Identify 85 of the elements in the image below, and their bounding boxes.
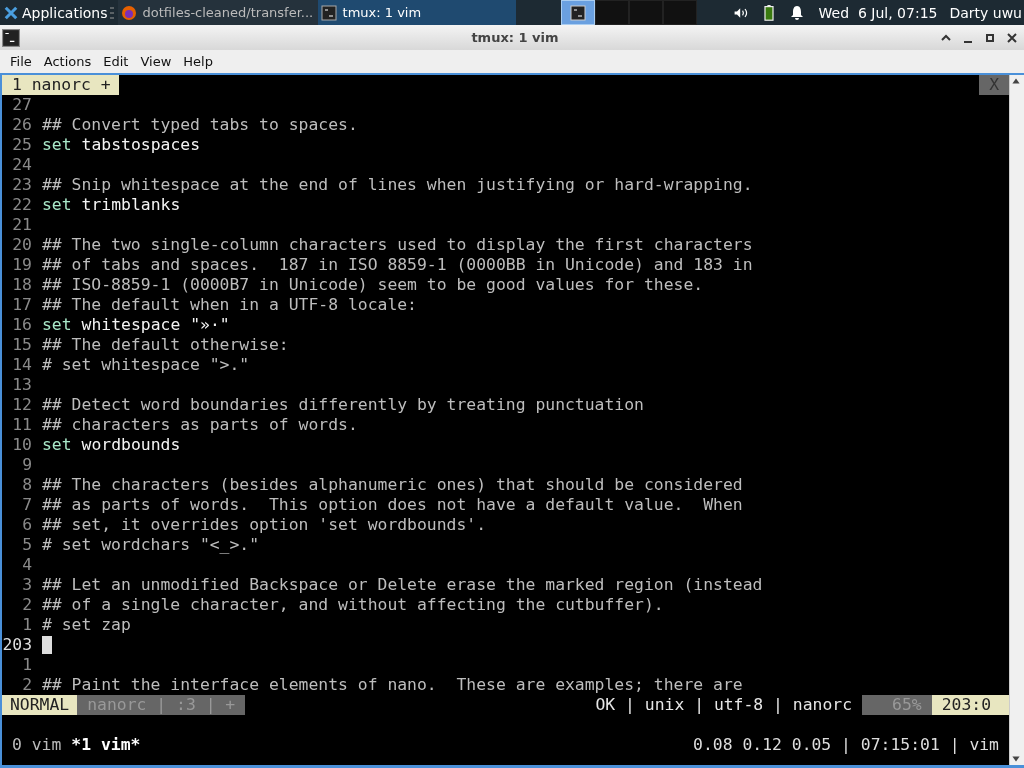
code-line: ## Let an unmodified Backspace or Delete erase the marked region (instead [42,575,763,595]
code-line: ## The default otherwise: [42,335,289,355]
code-line: ## as parts of words. This option does not have a default value. When [42,495,743,515]
window-title: tmux: 1 vim [470,30,559,45]
tmux-status: 0.08 0.12 0.05 | 07:15:01 | vim [693,735,999,755]
keyword: set [42,315,72,335]
handle-icon [109,6,114,19]
keyword: set [42,195,72,215]
cursor-position: 203:0 [931,695,1009,715]
clock[interactable]: Wed 6 Jul, 07:15 [818,4,938,21]
menu-item[interactable]: View [134,54,178,69]
code-line: ## Convert typed tabs to spaces. [42,115,358,135]
code-line: ## The default when in a UTF-8 locale: [42,295,417,315]
line-number: 15 [11,335,32,355]
line-number: 21 [11,215,32,235]
code-line: ## set, it overrides option 'set wordbounds'. [42,515,487,535]
line-number: 2 [21,675,32,695]
terminal-icon [569,4,586,21]
line-number: 27 [11,95,32,115]
line-number: 25 [11,135,32,155]
setting-value: tabstospaces [81,135,201,155]
maximize-icon[interactable] [984,31,996,44]
code-line: # set wordchars "<_>." [42,535,260,555]
line-number: 20 [11,235,32,255]
menu-item[interactable]: File [4,54,38,69]
line-number: 16 [11,315,32,335]
line-number: 8 [21,475,32,495]
scrollbar[interactable] [1009,75,1024,765]
tmux-window[interactable]: 0 vim [12,735,62,755]
line-number: 24 [11,155,32,175]
setting-value: whitespace "»·" [81,315,230,335]
code-line: ## The two single-column characters used to display the first characters [42,235,753,255]
code-line: ## The characters (besides alphanumeric ones) that should be considered [42,475,743,495]
applications-menu[interactable]: Applications [0,0,110,25]
line-number: 17 [11,295,32,315]
file-details: OK | unix | utf-8 | nanorc [595,695,854,715]
line-number: 12 [11,395,32,415]
terminal-icon [2,28,20,47]
keyword: set [42,135,72,155]
line-number: 10 [11,435,32,455]
line-number: 1 [21,615,32,635]
line-number: 11 [11,415,32,435]
workspace-button[interactable] [594,0,629,25]
line-number: 18 [11,275,32,295]
buffer-tab[interactable]: 1 nanorc + [2,75,119,95]
line-number: 2 [21,595,32,615]
menu-item[interactable]: Edit [97,54,135,69]
line-number: 203 [2,635,32,655]
line-number: 6 [21,515,32,535]
line-number: 23 [11,175,32,195]
line-number: 3 [21,575,32,595]
taskbar-button[interactable]: tmux: 1 vim [317,0,516,25]
code-line: ## Paint the interface elements of nano. These are examples; there are [42,675,743,695]
x-logo-icon [4,5,18,20]
line-number: 5 [21,535,32,555]
setting-value: trimblanks [81,195,181,215]
line-number: 4 [21,555,32,575]
user-name[interactable]: Darty uwu [949,4,1022,21]
line-number: 9 [21,455,32,475]
code-line: ## Snip whitespace at the end of lines when justifying or hard-wrapping. [42,175,753,195]
code-line: ## characters as parts of words. [42,415,358,435]
tmux-window[interactable]: *1 vim* [71,735,141,755]
line-number: 19 [11,255,32,275]
menu-item[interactable]: Actions [37,54,98,69]
line-number: 13 [11,375,32,395]
text-cursor [42,636,52,654]
line-number: 7 [21,495,32,515]
setting-value: wordbounds [81,435,181,455]
menu-item[interactable]: Help [177,54,219,69]
code-line: ## of tabs and spaces. 187 in ISO 8859-1 (0000BB in Unicode) and 183 in [42,255,753,275]
taskbar-button[interactable]: dotfiles-cleaned/transfer... [117,0,318,25]
code-line: # set whitespace ">." [42,355,250,375]
code-line: ## of a single character, and without affecting the cutbuffer). [42,595,664,615]
close-icon[interactable] [1006,31,1018,44]
line-number: 14 [11,355,32,375]
browser-icon [120,4,137,21]
terminal-icon [320,4,337,21]
mode-indicator: NORMAL [2,695,78,715]
keyword: set [42,435,72,455]
code-line: ## Detect word boundaries differently by treating punctuation [42,395,644,415]
code-line: # set zap [42,615,131,635]
line-number: 1 [21,655,32,675]
code-line: ## ISO-8859-1 (0000B7 in Unicode) seem to be good values for these. [42,275,704,295]
line-number: 22 [11,195,32,215]
line-number: 26 [11,115,32,135]
